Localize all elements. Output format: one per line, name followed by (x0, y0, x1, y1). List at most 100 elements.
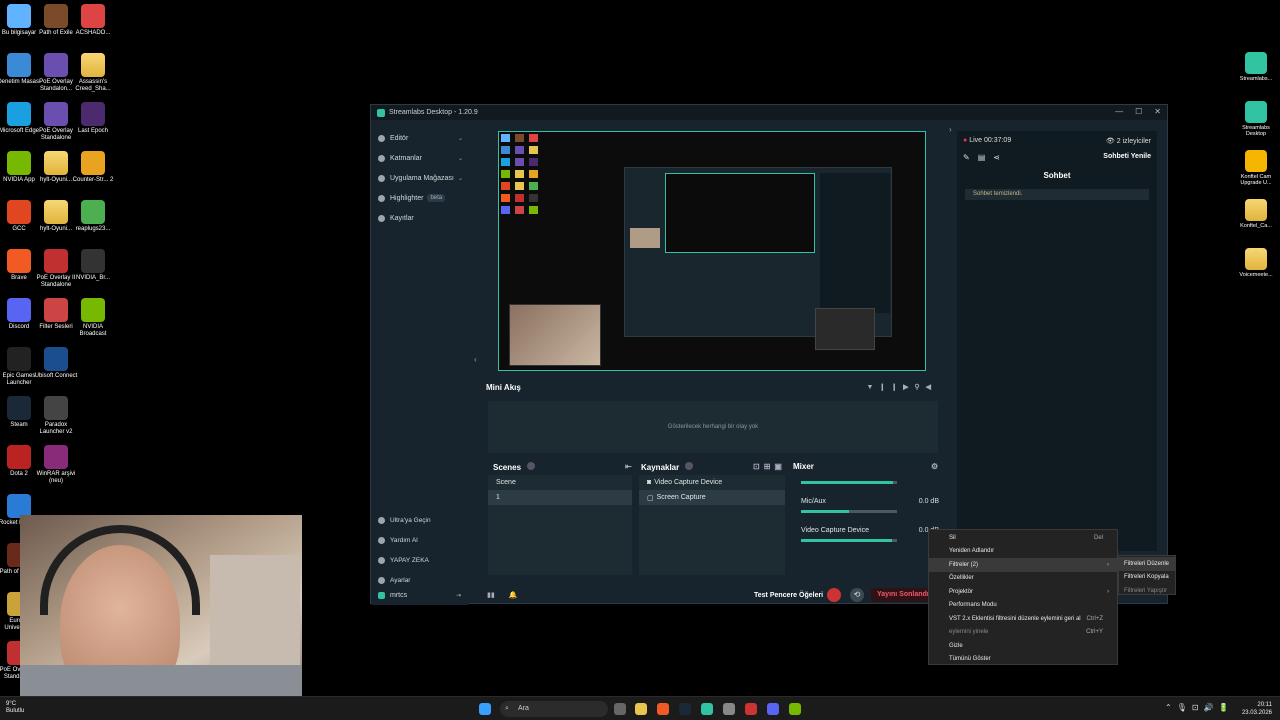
context-menu-item[interactable]: Gizle (929, 639, 1117, 653)
context-menu-item[interactable]: Sil Del (929, 531, 1117, 545)
system-tray-icons[interactable]: ⌃🎙⊡🔊🔋 (1165, 703, 1233, 712)
context-menu-item[interactable]: Projektör › (929, 585, 1117, 599)
sidebar-item-label: Ayarlar (390, 576, 411, 584)
scene-transition-icon[interactable]: ⇤ (625, 462, 632, 471)
app-icon (81, 151, 105, 175)
search-box[interactable]: ⌕ Ara (500, 701, 608, 717)
replay-button[interactable]: ⟲ (850, 588, 864, 602)
desktop-icon-label: Voicemeete... (1239, 272, 1273, 278)
collapse-right-icon[interactable]: › (949, 125, 952, 134)
settings-taskbar-icon[interactable] (723, 703, 735, 715)
close-icon[interactable]: ✕ (1154, 107, 1161, 116)
desktop-icon[interactable]: reaplugs23... (71, 200, 115, 233)
context-menu-item[interactable]: Filtreler (2) › (929, 558, 1117, 572)
mixer-level-fill (801, 539, 893, 542)
chat-tools-icons[interactable]: ✎▤⋖ (963, 153, 1008, 162)
stream-preview[interactable] (498, 131, 926, 371)
task-view-icon[interactable] (614, 703, 626, 715)
sidebar-item-icon (378, 174, 385, 182)
sidebar-bottom-item[interactable]: Yardım Al (371, 530, 469, 550)
context-menu-item[interactable]: VST 2.x Eklentisi filtresini düzenle eyl… (929, 612, 1117, 626)
app-icon (44, 4, 68, 28)
sidebar-item-icon (378, 556, 385, 564)
file-explorer-icon[interactable] (635, 703, 647, 715)
desktop-icon[interactable]: Ubisoft Connect (34, 347, 78, 380)
logout-icon[interactable]: ⇥ (456, 592, 461, 599)
desktop-icon-label: Paradox Launcher v2 (39, 422, 73, 435)
sidebar-item-icon (378, 154, 385, 162)
sidebar-item[interactable]: Kayıtlar (371, 208, 469, 228)
bottom-bar: ▮▮ 🔔 Test Pencere Öğeleri ⟲ Yayını Sonla… (479, 585, 959, 605)
submenu-item[interactable]: Filtreleri Düzenle (1119, 557, 1175, 571)
mixer-volume-slider[interactable] (801, 510, 897, 513)
context-menu-item[interactable]: Özellikler (929, 572, 1117, 586)
desktop-icon[interactable]: Assassin's Creed_Sha... (71, 53, 115, 93)
test-widgets-button[interactable]: Test Pencere Öğeleri (754, 592, 823, 599)
sidebar-item-icon (378, 134, 385, 142)
desktop-icon[interactable]: Streamlabs Desktop (1233, 101, 1279, 137)
sidebar-bottom-item[interactable]: Ultra'ya Geçin (371, 510, 469, 530)
weather-widget[interactable]: 9°C Bulutlu (6, 701, 24, 715)
desktop-icon[interactable]: NVIDIA_Br... (71, 249, 115, 282)
desktop-icon[interactable]: Voicemeete... (1233, 248, 1279, 278)
context-menu-label: Özellikler (949, 575, 974, 582)
chat-panel: ● Live 00:37:09 👁 2 izleyiciler ✎▤⋖ Sohb… (957, 131, 1157, 551)
sidebar-bottom-item[interactable]: YAPAY ZEKA (371, 550, 469, 570)
sidebar-item-icon (378, 516, 385, 524)
desktop-icon[interactable]: NVIDIA Broadcast (71, 298, 115, 338)
desktop-icon[interactable]: Streamlabs... (1233, 52, 1279, 82)
sidebar-item[interactable]: Highlighter beta (371, 188, 469, 208)
camera-icon: ◙ (647, 479, 652, 486)
start-icon[interactable] (479, 703, 491, 715)
sidebar-item-icon (378, 194, 385, 202)
sidebar-item[interactable]: Katmanlar ⌄ (371, 148, 469, 168)
scene-row[interactable]: 1 (488, 490, 632, 505)
app-icon (44, 53, 68, 77)
record-button[interactable] (827, 588, 841, 602)
notifications-icon[interactable]: 🔔 (509, 591, 518, 599)
desktop-icon[interactable]: Konftel_Ca... (1233, 199, 1279, 229)
app-taskbar-icon[interactable] (745, 703, 757, 715)
user-icon (378, 591, 385, 599)
source-tools-icons[interactable]: ⊡⊞▣ (753, 462, 786, 471)
source-row[interactable]: ▢ Screen Capture (639, 490, 785, 505)
mixer-volume-slider[interactable] (801, 539, 897, 542)
desktop-icon[interactable]: Counter-Str... 2 (71, 151, 115, 184)
desktop-icon[interactable]: Last Epoch (71, 102, 115, 135)
mixer-title: Mixer ⚙ (793, 462, 939, 471)
streamlabs-taskbar-icon[interactable] (701, 703, 713, 715)
app-icon (7, 249, 31, 273)
context-menu-item[interactable]: Performans Modu (929, 599, 1117, 613)
title-bar[interactable]: Streamlabs Desktop - 1.20.9 — ☐ ✕ (371, 105, 1167, 120)
mini-feed-controls[interactable]: ▼❙❙▶⚲◀ (866, 383, 937, 391)
context-menu-item[interactable]: Yeniden Adlandır (929, 545, 1117, 559)
maximize-icon[interactable]: ☐ (1135, 107, 1142, 116)
performance-icon[interactable]: ▮▮ (487, 591, 495, 599)
preview-desktop-icons (501, 134, 541, 304)
mixer-top-slider[interactable] (801, 481, 897, 484)
desktop-icon[interactable]: ACSHADO... (71, 4, 115, 37)
desktop-icon[interactable]: Konftel Cam Upgrade U... (1233, 150, 1279, 186)
scene-row[interactable]: Scene (488, 475, 632, 490)
user-profile[interactable]: mrtcs ⇥ (371, 585, 469, 605)
desktop-icon[interactable]: Paradox Launcher v2 (34, 396, 78, 436)
source-row[interactable]: ◙ Video Capture Device (639, 475, 785, 490)
refresh-chat-button[interactable]: Sohbeti Yenile (1103, 153, 1151, 160)
add-source-icon[interactable] (685, 462, 694, 470)
clock[interactable]: 20:11 23.03.2026 (1242, 701, 1272, 717)
headset (40, 525, 200, 615)
steam-taskbar-icon[interactable] (679, 703, 691, 715)
sidebar-item[interactable]: Uygulama Mağazası ⌄ (371, 168, 469, 188)
discord-taskbar-icon[interactable] (767, 703, 779, 715)
add-scene-icon[interactable] (527, 462, 536, 470)
app-icon (7, 4, 31, 28)
minimize-icon[interactable]: — (1115, 107, 1123, 116)
nvidia-taskbar-icon[interactable] (789, 703, 801, 715)
sidebar-item[interactable]: Editör ⌄ (371, 128, 469, 148)
collapse-left-icon[interactable]: ‹ (474, 355, 477, 364)
mixer-settings-icon[interactable]: ⚙ (931, 462, 938, 471)
brave-taskbar-icon[interactable] (657, 703, 669, 715)
desktop-icon[interactable]: WinRAR arşivi (neu) (34, 445, 78, 485)
submenu-item[interactable]: Filtreleri Kopyala (1119, 571, 1175, 585)
context-menu-item[interactable]: Tümünü Göster (929, 653, 1117, 667)
